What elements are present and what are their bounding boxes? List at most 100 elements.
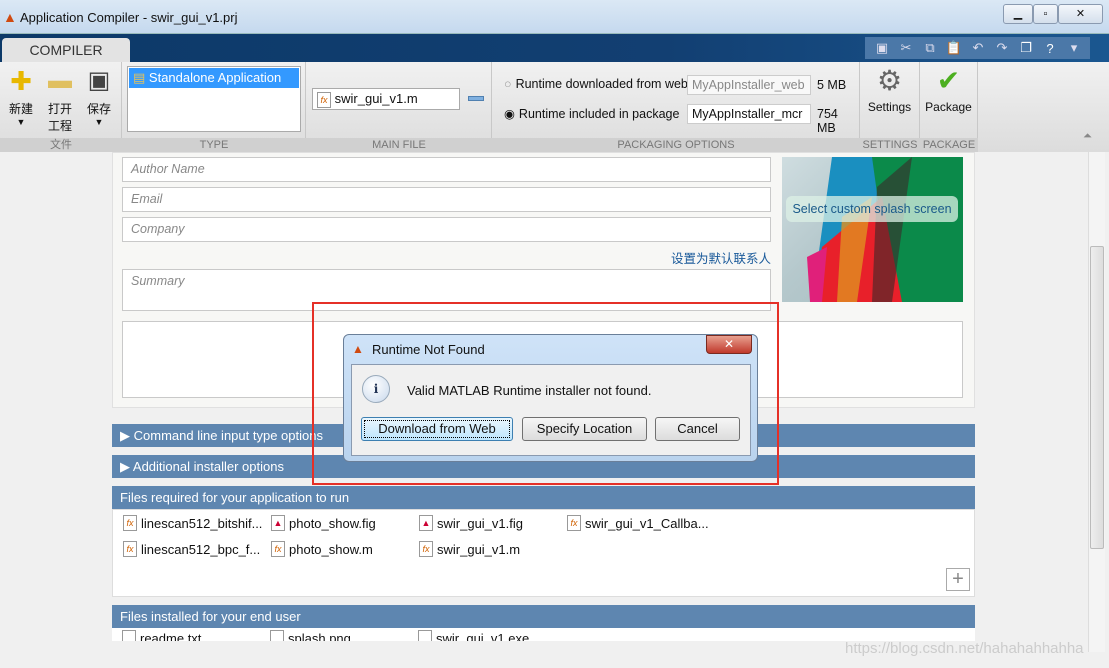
watermark: https://blog.csdn.net/hahahahhahha — [845, 640, 1084, 657]
maximize-button[interactable]: ▫ — [1033, 4, 1058, 24]
company-input[interactable]: Company — [122, 217, 771, 242]
web-size: 5 MB — [817, 78, 847, 92]
window-icon[interactable]: ❐ — [1017, 40, 1035, 56]
main-file-section-label: MAIN FILE — [306, 138, 492, 152]
redo-icon[interactable]: ↷ — [993, 40, 1011, 56]
select-splash-button[interactable]: Select custom splash screen — [786, 196, 958, 222]
mfile-icon: fx — [271, 541, 285, 557]
add-file-button[interactable]: + — [946, 568, 970, 591]
type-item-standalone[interactable]: ▤ Standalone Application — [129, 68, 299, 88]
specify-location-button[interactable]: Specify Location — [522, 417, 647, 441]
new-label: 新建 — [8, 102, 33, 116]
mfile-icon: fx — [567, 515, 581, 531]
checkmark-icon: ✔ — [936, 65, 961, 96]
main-file-field[interactable]: fx swir_gui_v1.m — [312, 88, 460, 110]
file-item[interactable]: swir_gui_v1.exe — [418, 630, 529, 641]
radio-icon[interactable]: ○ — [504, 77, 512, 91]
mfile-icon: fx — [419, 541, 433, 557]
chevron-down-icon: ▼ — [94, 117, 104, 127]
file-item[interactable]: fx photo_show.m — [271, 541, 373, 557]
files-installed-header: Files installed for your end user — [112, 605, 975, 628]
file-item[interactable]: fx linescan512_bitshif... — [123, 515, 262, 531]
floppy-icon: ▣ — [87, 67, 111, 94]
dialog-message: Valid MATLAB Runtime installer not found… — [407, 383, 652, 398]
scrollbar-thumb[interactable] — [1090, 246, 1104, 549]
runtime-included-option[interactable]: ◉ Runtime included in package — [504, 106, 680, 122]
settings-section-label: SETTINGS — [860, 138, 920, 152]
save-label: 保存 — [86, 102, 111, 116]
help-icon[interactable]: ? — [1041, 41, 1059, 56]
section-title: Additional installer options — [132, 459, 284, 474]
file-name: swir_gui_v1_Callba... — [585, 515, 709, 531]
quick-access-toolbar: ▣ ✂ ⧉ 📋 ↶ ↷ ❐? ▾ — [865, 37, 1090, 59]
type-list[interactable]: ▤ Standalone Application — [127, 66, 301, 132]
copy-icon[interactable]: ⧉ — [921, 40, 939, 56]
file-item[interactable]: readme.txt — [122, 630, 201, 641]
open-label: 打开 — [47, 102, 72, 116]
mfile-icon: fx — [123, 515, 137, 531]
files-required-list: fx linescan512_bitshif... ▲ photo_show.fig… — [112, 509, 975, 597]
author-name-input[interactable]: Author Name — [122, 157, 771, 182]
app-window-icon: ▤ — [133, 70, 146, 85]
save-icon[interactable]: ▣ — [873, 40, 891, 56]
file-name: linescan512_bpc_f... — [141, 541, 261, 557]
file-item[interactable]: splash.png — [270, 630, 351, 641]
mcr-size: 754 MB — [817, 107, 838, 135]
save-button[interactable]: ▣ 保存 ▼ — [84, 67, 114, 128]
file-item[interactable]: fx swir_gui_v1.m — [419, 541, 520, 557]
cut-icon[interactable]: ✂ — [897, 40, 915, 56]
file-name: swir_gui_v1.m — [437, 541, 521, 557]
runtime-not-found-dialog: ▲ Runtime Not Found ✕ — [343, 334, 758, 462]
file-icon — [270, 630, 284, 641]
plus-icon: ✚ — [10, 66, 32, 96]
radio-selected-icon[interactable]: ◉ — [504, 106, 515, 121]
window-title: Application Compiler - swir_gui_v1.prj — [20, 10, 238, 25]
package-section-label: PACKAGE — [920, 138, 978, 152]
paste-icon[interactable]: 📋 — [945, 40, 963, 56]
vertical-scrollbar[interactable] — [1088, 152, 1105, 652]
dialog-title: Runtime Not Found — [372, 342, 485, 357]
set-default-contact-link[interactable]: 设置为默认联系人 — [560, 248, 771, 267]
web-installer-name-field[interactable]: MyAppInstaller_web — [687, 75, 811, 95]
download-from-web-button[interactable]: Download from Web — [361, 417, 513, 441]
type-section-label: TYPE — [122, 138, 306, 152]
file-name: linescan512_bitshif... — [141, 515, 263, 531]
package-label: Package — [925, 100, 972, 114]
file-item[interactable]: ▲ swir_gui_v1.fig — [419, 515, 523, 531]
expand-arrow-icon: ▶ — [120, 459, 130, 474]
splash-screen-image[interactable]: Select custom splash screen — [782, 157, 963, 302]
gear-icon: ⚙ — [876, 65, 903, 96]
matlab-logo-icon: ▲ — [352, 342, 364, 356]
remove-icon[interactable] — [468, 96, 484, 101]
file-item[interactable]: fx swir_gui_v1_Callba... — [567, 515, 709, 531]
file-name: splash.png — [288, 630, 351, 642]
dialog-body — [351, 364, 751, 456]
undo-icon[interactable]: ↶ — [969, 40, 987, 56]
mcr-installer-name-field[interactable]: MyAppInstaller_mcr — [687, 104, 811, 124]
dialog-close-button[interactable]: ✕ — [706, 335, 752, 354]
file-name: swir_gui_v1.exe — [436, 630, 530, 642]
cancel-button[interactable]: Cancel — [655, 417, 740, 441]
runtime-web-option[interactable]: ○ Runtime downloaded from web — [504, 77, 688, 91]
minimize-button[interactable]: ▁ — [1003, 4, 1033, 24]
mfile-icon: fx — [317, 92, 331, 108]
chevron-down-icon: ▼ — [16, 117, 26, 127]
new-button[interactable]: ✚ 新建 ▼ — [6, 68, 36, 127]
option-label: Runtime included in package — [518, 106, 680, 121]
dropdown-icon[interactable]: ▾ — [1065, 40, 1083, 56]
file-item[interactable]: fx linescan512_bpc_f... — [123, 541, 260, 557]
collapse-ribbon-icon[interactable]: ⏶ — [1083, 130, 1092, 143]
file-name: swir_gui_v1.fig — [437, 515, 523, 531]
file-item[interactable]: ▲ photo_show.fig — [271, 515, 376, 531]
close-button[interactable]: ✕ — [1058, 4, 1103, 24]
option-label: Runtime downloaded from web — [515, 77, 688, 91]
tab-compiler[interactable]: COMPILER — [2, 38, 130, 62]
type-item-label: Standalone Application — [148, 70, 282, 85]
section-title: Command line input type options — [133, 428, 323, 443]
fig-file-icon: ▲ — [271, 515, 285, 531]
main-file-value: swir_gui_v1.m — [334, 91, 418, 106]
open-project-button[interactable]: ▬ 打开 工程 — [45, 68, 75, 134]
file-icon — [418, 630, 432, 641]
file-icon — [122, 630, 136, 641]
email-input[interactable]: Email — [122, 187, 771, 212]
